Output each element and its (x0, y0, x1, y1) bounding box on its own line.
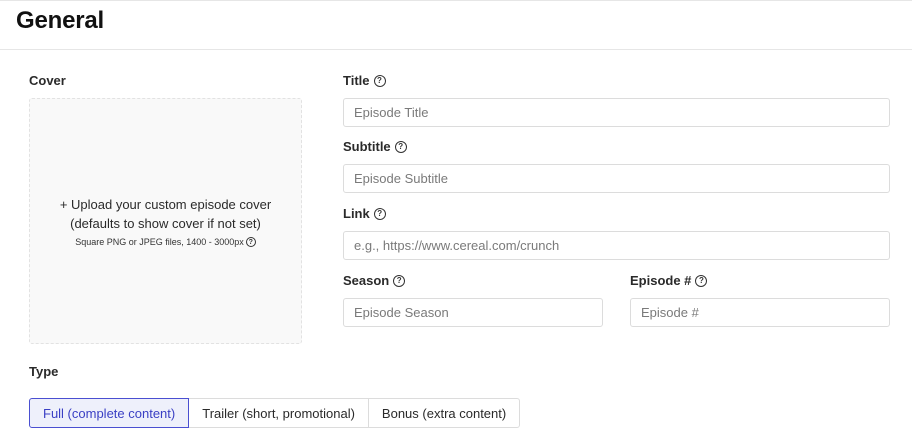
cover-label: Cover (29, 73, 66, 88)
title-input[interactable] (343, 98, 890, 127)
season-label: Season ? (343, 273, 406, 288)
link-label: Link ? (343, 206, 386, 221)
episode-number-label-text: Episode # (630, 273, 692, 288)
page-header: General (0, 0, 912, 50)
question-circle-icon[interactable]: ? (373, 207, 386, 220)
question-circle-icon[interactable]: ? (394, 140, 407, 153)
link-input[interactable] (343, 231, 890, 260)
cover-default-note: (defaults to show cover if not set) (70, 216, 261, 231)
cover-file-requirements-text: Square PNG or JPEG files, 1400 - 3000px (75, 237, 244, 247)
question-circle-icon[interactable]: ? (373, 74, 386, 87)
episode-type-selector: Full (complete content) Trailer (short, … (29, 398, 521, 428)
season-label-text: Season (343, 273, 390, 288)
type-label: Type (29, 364, 58, 379)
question-circle-icon[interactable]: ? (393, 274, 406, 287)
season-input[interactable] (343, 298, 603, 327)
link-label-text: Link (343, 206, 370, 221)
subtitle-label: Subtitle ? (343, 139, 407, 154)
question-circle-icon[interactable]: ? (695, 274, 708, 287)
cover-file-requirements: Square PNG or JPEG files, 1400 - 3000px … (75, 237, 256, 247)
cover-upload-dropzone[interactable]: + Upload your custom episode cover (defa… (29, 98, 302, 344)
title-label-text: Title (343, 73, 370, 88)
episode-number-label: Episode # ? (630, 273, 708, 288)
type-option-trailer[interactable]: Trailer (short, promotional) (188, 398, 369, 428)
subtitle-input[interactable] (343, 164, 890, 193)
title-label: Title ? (343, 73, 386, 88)
subtitle-label-text: Subtitle (343, 139, 391, 154)
cover-label-text: Cover (29, 73, 66, 88)
type-label-text: Type (29, 364, 59, 379)
page-title: General (16, 7, 104, 34)
cover-upload-text[interactable]: + Upload your custom episode cover (60, 195, 271, 214)
question-circle-icon[interactable]: ? (245, 237, 256, 247)
type-option-full[interactable]: Full (complete content) (29, 398, 190, 428)
type-option-bonus[interactable]: Bonus (extra content) (367, 398, 521, 428)
episode-number-input[interactable] (630, 298, 890, 327)
